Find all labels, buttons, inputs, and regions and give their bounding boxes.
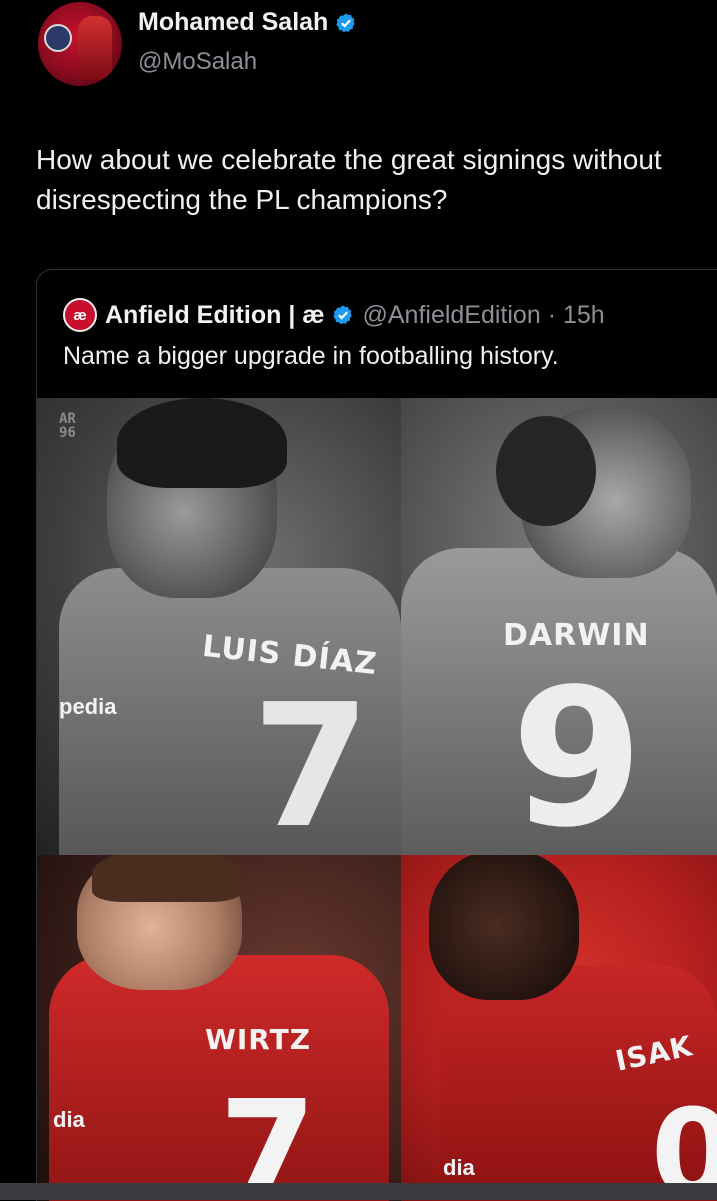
quoted-header: æ Anfield Edition | æ @AnfieldEdition · … [63, 298, 605, 332]
sponsor-text: dia [443, 1155, 475, 1180]
jersey-number: 9 [511, 648, 644, 855]
player-hair [117, 398, 287, 488]
quoted-image[interactable]: AR 96 LUIS DÍAZ 7 pedia DARWIN 9 WIRTZ 7… [37, 398, 717, 1201]
jersey-number: 7 [252, 668, 371, 855]
player-photo-wirtz: WIRTZ 7 dia [37, 855, 401, 1201]
author-handle[interactable]: @MoSalah [138, 48, 257, 76]
sponsor-text: dia [53, 1107, 85, 1132]
player-head [429, 855, 579, 1000]
avatar-figure [78, 16, 112, 80]
player-photo-isak: ISAK 0 dia [401, 855, 717, 1201]
bottom-edge-bar [0, 1183, 717, 1200]
author-avatar[interactable] [38, 2, 122, 86]
sponsor-text: pedia [59, 694, 117, 719]
jersey-name: WIRTZ [205, 1023, 312, 1056]
quoted-handle-time[interactable]: @AnfieldEdition · 15h [362, 301, 604, 330]
quoted-author-name[interactable]: Anfield Edition | æ [105, 301, 324, 330]
anfield-edition-logo[interactable]: æ [63, 298, 97, 332]
player-hair [92, 855, 242, 902]
author-name-row[interactable]: Mohamed Salah [138, 8, 357, 37]
corner-mark: AR 96 [59, 411, 76, 441]
player-photo-darwin: DARWIN 9 [401, 398, 717, 855]
author-name[interactable]: Mohamed Salah [138, 8, 328, 37]
player-hair [496, 416, 596, 526]
verified-badge-icon [336, 12, 356, 32]
verified-badge-icon [333, 305, 353, 325]
quoted-tweet[interactable]: æ Anfield Edition | æ @AnfieldEdition · … [36, 269, 717, 1201]
jersey-number: 7 [219, 1071, 317, 1201]
quoted-text: Name a bigger upgrade in footballing his… [63, 342, 559, 370]
player-photo-diaz: AR 96 LUIS DÍAZ 7 pedia [37, 398, 401, 855]
club-crest [44, 24, 72, 52]
tweet-text: How about we celebrate the great signing… [36, 144, 662, 215]
